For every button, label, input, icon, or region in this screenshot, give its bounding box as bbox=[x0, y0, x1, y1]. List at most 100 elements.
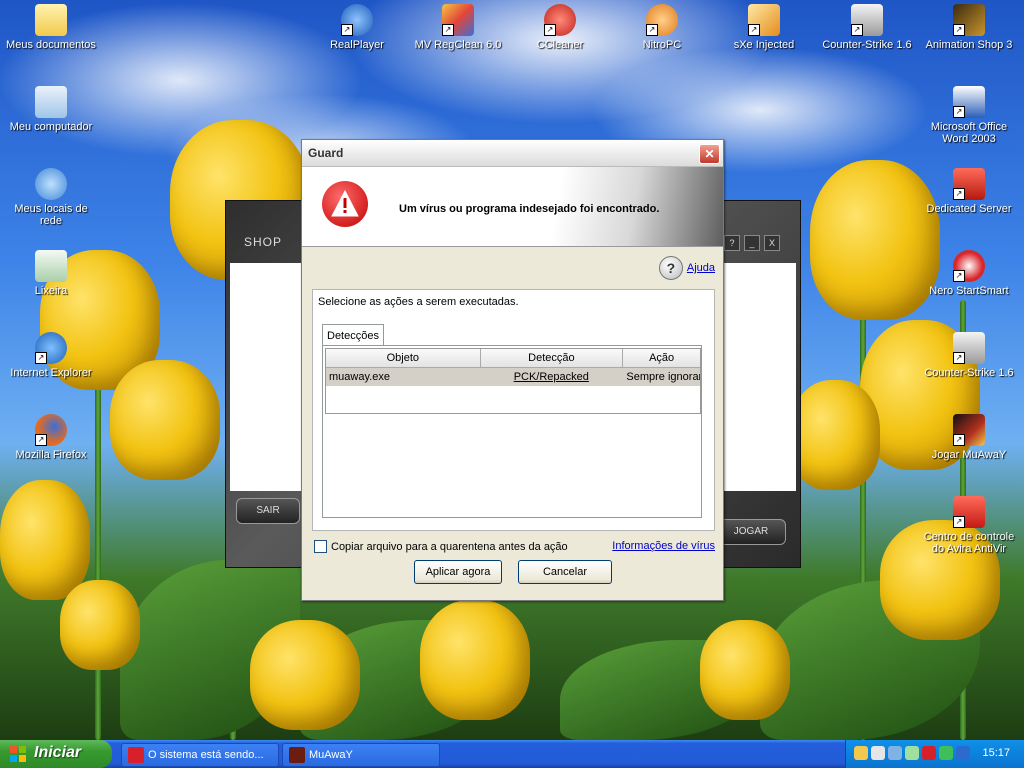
desktop-icon-animation-shop[interactable]: ↗ Animation Shop 3 bbox=[921, 4, 1017, 51]
shortcut-arrow-icon: ↗ bbox=[953, 270, 965, 282]
clock[interactable]: 15:17 bbox=[982, 747, 1010, 759]
desktop-icon-realplayer[interactable]: ↗ RealPlayer bbox=[309, 4, 405, 51]
tulip-flower bbox=[0, 480, 90, 600]
desktop-icon-word[interactable]: ↗ Microsoft Office Word 2003 bbox=[921, 86, 1017, 145]
desktop-icon-label: Internet Explorer bbox=[10, 367, 92, 379]
tools-icon[interactable] bbox=[871, 746, 885, 760]
muaway-icon bbox=[289, 747, 305, 763]
table-header: Objeto Detecção Ação bbox=[326, 349, 700, 368]
desktop-icon-label: Dedicated Server bbox=[926, 203, 1012, 215]
help-link-group[interactable]: ? Ajuda bbox=[658, 256, 715, 280]
cell-deteccao-link[interactable]: PCK/Repacked bbox=[479, 368, 623, 386]
desktop-icon-label: MV RegClean 6.0 bbox=[414, 39, 502, 51]
taskbar-item-label: MuAwaY bbox=[309, 749, 353, 761]
display-icon[interactable] bbox=[956, 746, 970, 760]
guard-titlebar[interactable]: Guard ✕ bbox=[302, 140, 723, 167]
desktop-icon-label: RealPlayer bbox=[330, 39, 384, 51]
warning-icon bbox=[322, 181, 368, 227]
desktop-icon-label: Centro de controle do Avira AntiVir bbox=[923, 531, 1015, 555]
cell-acao-select[interactable]: Sempre ignorar bbox=[623, 368, 700, 386]
sair-button[interactable]: SAIR bbox=[236, 498, 300, 524]
desktop-icon-meus-documentos[interactable]: Meus documentos bbox=[3, 4, 99, 51]
tulip-flower bbox=[110, 360, 220, 480]
desktop-icon-jogar-muaway[interactable]: ↗ Jogar MuAwaY bbox=[921, 414, 1017, 461]
tab-deteccoes[interactable]: Detecções bbox=[322, 324, 384, 347]
network-places-icon bbox=[35, 168, 67, 200]
close-button[interactable]: ✕ bbox=[699, 144, 720, 164]
desktop-icon-label: Mozilla Firefox bbox=[15, 449, 87, 461]
shortcut-arrow-icon: ↗ bbox=[953, 516, 965, 528]
desktop-icon-counter-strike-2[interactable]: ↗ Counter-Strike 1.6 bbox=[921, 332, 1017, 379]
virus-info-link[interactable]: Informações de vírus bbox=[612, 540, 715, 552]
help-icon[interactable]: ? bbox=[658, 256, 683, 280]
column-header-acao[interactable]: Ação bbox=[623, 349, 700, 367]
desktop-icon-nitropc[interactable]: ↗ NitroPC bbox=[614, 4, 710, 51]
desktop-icon-avira[interactable]: ↗ Centro de controle do Avira AntiVir bbox=[921, 496, 1017, 555]
shortcut-arrow-icon: ↗ bbox=[341, 24, 353, 36]
counter-strike-icon: ↗ bbox=[953, 332, 985, 364]
cancel-button[interactable]: Cancelar bbox=[518, 560, 612, 584]
messenger-icon[interactable] bbox=[939, 746, 953, 760]
tulip-flower bbox=[60, 580, 140, 670]
desktop-icon-dedicated-server[interactable]: ↗ Dedicated Server bbox=[921, 168, 1017, 215]
tulip-flower bbox=[790, 380, 880, 490]
dedicated-server-icon: ↗ bbox=[953, 168, 985, 200]
desktop-icon-meus-locais-de-rede[interactable]: Meus locais de rede bbox=[3, 168, 99, 227]
guard-title: Guard bbox=[308, 146, 344, 160]
shop-label[interactable]: SHOP bbox=[244, 235, 282, 249]
recycle-bin-icon bbox=[35, 250, 67, 282]
avira-icon: ↗ bbox=[953, 496, 985, 528]
desktop-icon-label: Jogar MuAwaY bbox=[931, 449, 1007, 461]
avira-icon bbox=[128, 747, 144, 763]
desktop-icon-counter-strike[interactable]: ↗ Counter-Strike 1.6 bbox=[819, 4, 915, 51]
desktop-icon-mozilla-firefox[interactable]: ↗ Mozilla Firefox bbox=[3, 414, 99, 461]
volume-icon[interactable] bbox=[905, 746, 919, 760]
table-row[interactable]: muaway.exe PCK/Repacked Sempre ignorar bbox=[326, 368, 700, 386]
minimize-button[interactable]: _ bbox=[744, 235, 760, 251]
tulip-flower bbox=[700, 620, 790, 720]
internet-explorer-icon: ↗ bbox=[35, 332, 67, 364]
shortcut-arrow-icon: ↗ bbox=[646, 24, 658, 36]
guard-dialog: Guard ✕ Um vírus ou programa indesejado … bbox=[301, 139, 724, 601]
apply-button[interactable]: Aplicar agora bbox=[414, 560, 502, 584]
desktop-icon-sxe-injected[interactable]: ↗ sXe Injected bbox=[716, 4, 812, 51]
help-control-button[interactable]: ? bbox=[724, 235, 740, 251]
word-icon: ↗ bbox=[953, 86, 985, 118]
quarantine-checkbox[interactable] bbox=[314, 540, 327, 553]
shortcut-arrow-icon: ↗ bbox=[442, 24, 454, 36]
help-link[interactable]: Ajuda bbox=[687, 262, 715, 274]
desktop-icon-nero[interactable]: ↗ Nero StartSmart bbox=[921, 250, 1017, 297]
ccleaner-icon: ↗ bbox=[544, 4, 576, 36]
computer-icon bbox=[35, 86, 67, 118]
column-header-objeto[interactable]: Objeto bbox=[326, 349, 481, 367]
desktop-icon-ccleaner[interactable]: ↗ CCleaner bbox=[512, 4, 608, 51]
desktop-icon-label: Nero StartSmart bbox=[929, 285, 1009, 297]
taskbar-item-avira[interactable]: O sistema está sendo... bbox=[121, 743, 279, 767]
instruction-text: Selecione as ações a serem executadas. bbox=[318, 296, 519, 308]
security-shield-icon[interactable] bbox=[854, 746, 868, 760]
quarantine-option[interactable]: Copiar arquivo para a quarentena antes d… bbox=[314, 540, 568, 553]
desktop-icon-label: sXe Injected bbox=[733, 39, 795, 51]
desktop-icon-label: Meu computador bbox=[9, 121, 93, 133]
desktop-icon-label: Meus documentos bbox=[6, 39, 96, 51]
close-button[interactable]: X bbox=[764, 235, 780, 251]
tulip-flower bbox=[250, 620, 360, 730]
network-icon[interactable] bbox=[888, 746, 902, 760]
detections-table: Objeto Detecção Ação muaway.exe PCK/Repa… bbox=[325, 348, 701, 414]
desktop-icon-internet-explorer[interactable]: ↗ Internet Explorer bbox=[3, 332, 99, 379]
desktop-icon-lixeira[interactable]: Lixeira bbox=[3, 250, 99, 297]
start-button[interactable]: Iniciar bbox=[0, 740, 112, 768]
taskbar-item-muaway[interactable]: MuAwaY bbox=[282, 743, 440, 767]
muaway-icon: ↗ bbox=[953, 414, 985, 446]
jogar-button[interactable]: JOGAR bbox=[716, 519, 786, 545]
shortcut-arrow-icon: ↗ bbox=[544, 24, 556, 36]
shortcut-arrow-icon: ↗ bbox=[953, 434, 965, 446]
desktop-icon-mv-regclean[interactable]: ↗ MV RegClean 6.0 bbox=[410, 4, 506, 51]
system-tray: 15:17 bbox=[845, 740, 1024, 768]
shortcut-arrow-icon: ↗ bbox=[35, 352, 47, 364]
desktop-icon-meu-computador[interactable]: Meu computador bbox=[3, 86, 99, 133]
cell-objeto: muaway.exe bbox=[329, 371, 390, 383]
column-header-deteccao[interactable]: Detecção bbox=[481, 349, 624, 367]
avira-tray-icon[interactable] bbox=[922, 746, 936, 760]
shortcut-arrow-icon: ↗ bbox=[953, 352, 965, 364]
